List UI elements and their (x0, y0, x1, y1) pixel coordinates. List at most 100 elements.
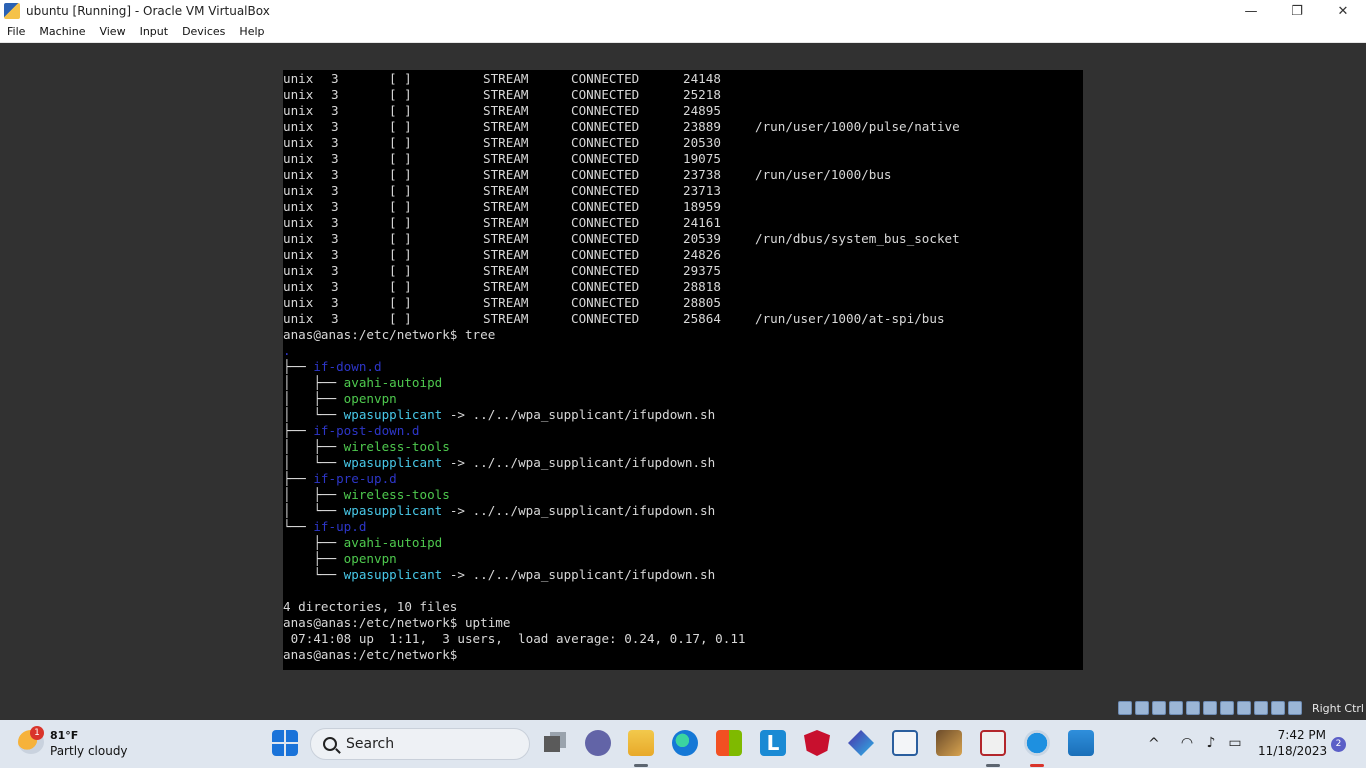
netstat-refcnt: 3 (331, 71, 339, 86)
tree-name: wpasupplicant (343, 455, 443, 470)
tree-root: . (283, 343, 291, 358)
menu-help[interactable]: Help (232, 22, 271, 42)
chat-icon[interactable] (585, 730, 611, 756)
tree-entry: └── if-up.d (283, 519, 366, 535)
menu-machine[interactable]: Machine (32, 22, 92, 42)
battery-icon[interactable]: ▭ (1226, 735, 1244, 751)
search-icon (323, 737, 337, 751)
guest-terminal[interactable]: unix 3 [ ] STREAM CONNECTED 24148 unix 3 [ ] STRE… (283, 70, 1083, 670)
menu-devices[interactable]: Devices (175, 22, 232, 42)
minimize-button[interactable]: — (1228, 0, 1274, 22)
netstat-state: CONNECTED (571, 279, 640, 294)
netstat-proto: unix (283, 119, 314, 134)
clock[interactable]: 7:42 PM 11/18/2023 (1258, 727, 1327, 759)
netstat-type: STREAM (483, 215, 529, 230)
netstat-proto: unix (283, 71, 314, 86)
app-tools-icon[interactable] (936, 730, 962, 756)
wifi-icon[interactable]: ◠ (1178, 735, 1196, 751)
task-view-icon[interactable] (542, 730, 568, 756)
recording-icon[interactable] (1237, 701, 1251, 715)
netstat-proto: unix (283, 151, 314, 166)
taskbar-search-box[interactable]: Search (310, 728, 530, 760)
cpu-icon[interactable] (1254, 701, 1268, 715)
uptime-output: 07:41:08 up 1:11, 3 users, load average:… (283, 631, 746, 646)
ubuntu-vm-icon[interactable] (1024, 730, 1050, 756)
notification-badge[interactable]: 2 (1331, 737, 1346, 752)
netstat-flags: [ ] (389, 71, 412, 86)
netstat-inode: 20530 (683, 135, 721, 150)
netstat-type: STREAM (483, 183, 529, 198)
window-title-bar[interactable]: ubuntu [Running] - Oracle VM VirtualBox … (0, 0, 1366, 22)
virtualbox-manager-icon[interactable] (892, 730, 918, 756)
netstat-state: CONNECTED (571, 103, 640, 118)
keyboard-capture-icon[interactable] (1288, 701, 1302, 715)
windows-taskbar: 1 81°F Partly cloudy Search L ^ ◠ ♪ ▭ 7:… (0, 720, 1366, 768)
netstat-proto: unix (283, 311, 314, 326)
menu-input[interactable]: Input (133, 22, 175, 42)
netstat-proto: unix (283, 87, 314, 102)
tree-name: wpasupplicant (343, 407, 443, 422)
app-diamond-icon[interactable] (848, 730, 874, 756)
restore-button[interactable]: ❐ (1274, 0, 1320, 22)
optical-drive-icon[interactable] (1135, 701, 1149, 715)
netstat-inode: 28818 (683, 279, 721, 294)
network-icon[interactable] (1169, 701, 1183, 715)
windows-start-icon[interactable] (272, 730, 298, 756)
netstat-refcnt: 3 (331, 295, 339, 310)
netstat-inode: 19075 (683, 151, 721, 166)
netstat-proto: unix (283, 103, 314, 118)
tree-summary: 4 directories, 10 files (283, 599, 458, 614)
vbox-status-bar: Right Ctrl (0, 698, 1366, 720)
mouse-integration-icon[interactable] (1271, 701, 1285, 715)
weather-widget[interactable]: 1 81°F Partly cloudy (16, 726, 156, 764)
mcafee-icon[interactable] (804, 730, 830, 756)
tree-entry: ├── if-down.d (283, 359, 382, 375)
netstat-type: STREAM (483, 103, 529, 118)
netstat-state: CONNECTED (571, 247, 640, 262)
tree-branch: ├── (283, 551, 344, 566)
close-button[interactable]: ✕ (1320, 0, 1366, 22)
symlink-target: -> ../../wpa_supplicant/ifupdown.sh (442, 407, 716, 422)
netstat-type: STREAM (483, 311, 529, 326)
microsoft-store-icon[interactable] (716, 730, 742, 756)
netstat-state: CONNECTED (571, 231, 640, 246)
volume-icon[interactable]: ♪ (1202, 735, 1220, 751)
audio-icon[interactable] (1152, 701, 1166, 715)
netstat-flags: [ ] (389, 295, 412, 310)
tree-branch: └── (283, 519, 314, 534)
netstat-refcnt: 3 (331, 215, 339, 230)
hard-disk-icon[interactable] (1118, 701, 1132, 715)
tree-name: if-post-down.d (313, 423, 420, 438)
tree-branch: │ └── (283, 503, 344, 518)
tree-name: if-up.d (313, 519, 367, 534)
shared-folders-icon[interactable] (1203, 701, 1217, 715)
netstat-type: STREAM (483, 247, 529, 262)
tree-branch: │ ├── (283, 391, 344, 406)
tree-name: if-down.d (313, 359, 382, 374)
file-explorer-icon[interactable] (628, 730, 654, 756)
usb-icon[interactable] (1186, 701, 1200, 715)
menu-view[interactable]: View (92, 22, 132, 42)
netstat-type: STREAM (483, 279, 529, 294)
netstat-inode: 20539 (683, 231, 721, 246)
clock-time: 7:42 PM (1277, 728, 1326, 742)
tree-name: openvpn (343, 391, 397, 406)
tree-branch: ├── (283, 471, 314, 486)
netstat-proto: unix (283, 167, 314, 182)
tree-entry: │ ├── wireless-tools (283, 487, 450, 503)
app-l-icon[interactable]: L (760, 730, 786, 756)
netstat-type: STREAM (483, 151, 529, 166)
menu-file[interactable]: File (0, 22, 32, 42)
tree-entry: ├── openvpn (283, 551, 396, 567)
photos-icon[interactable] (1068, 730, 1094, 756)
edge-browser-icon[interactable] (672, 730, 698, 756)
show-hidden-icons-chevron-icon[interactable]: ^ (1148, 736, 1160, 752)
netstat-inode: 24148 (683, 71, 721, 86)
display-icon[interactable] (1220, 701, 1234, 715)
netstat-proto: unix (283, 247, 314, 262)
snipping-tool-icon[interactable] (980, 730, 1006, 756)
snipping-active-indicator (986, 764, 1000, 767)
tree-name: wpasupplicant (343, 503, 443, 518)
tree-branch: ├── (283, 359, 314, 374)
tree-branch: │ ├── (283, 375, 344, 390)
